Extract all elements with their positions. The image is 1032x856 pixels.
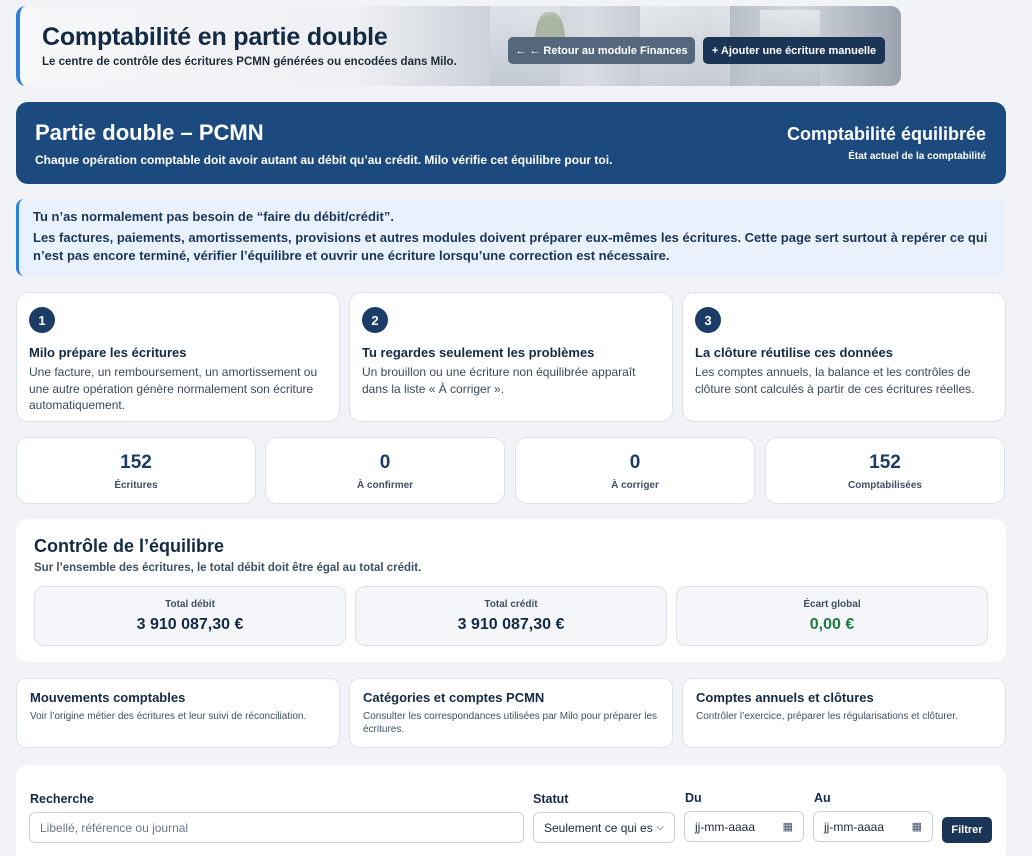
- link-title: Catégories et comptes PCMN: [363, 690, 545, 705]
- filter-button[interactable]: Filtrer: [942, 817, 992, 843]
- step-title: La clôture réutilise ces données: [695, 345, 893, 360]
- to-date-label: Au: [814, 791, 831, 805]
- link-pcmn-categories[interactable]: Catégories et comptes PCMN Consulter les…: [349, 678, 673, 748]
- step-card: 3 La clôture réutilise ces données Les c…: [682, 292, 1006, 422]
- balance-title: Contrôle de l’équilibre: [34, 536, 225, 556]
- add-manual-entry-button[interactable]: + Ajouter une écriture manuelle: [703, 37, 885, 64]
- step-number-badge: 1: [29, 307, 55, 333]
- total-label: Écart global: [803, 599, 861, 610]
- balance-status: Comptabilité équilibrée: [786, 124, 986, 144]
- stat-label: À corriger: [611, 480, 659, 491]
- from-date-input[interactable]: jj-mm-aaaa ▦: [684, 811, 804, 842]
- stat-value: 0: [629, 452, 641, 473]
- total-credit-card: Total crédit 3 910 087,30 €: [355, 586, 667, 646]
- step-card: 2 Tu regardes seulement les problèmes Un…: [349, 292, 673, 422]
- calendar-icon[interactable]: ▦: [912, 820, 922, 833]
- balance-check-panel: Contrôle de l’équilibre Sur l’ensemble d…: [16, 519, 1006, 662]
- status-selected-value: Seulement ce qui es: [544, 820, 653, 835]
- to-date-input[interactable]: jj-mm-aaaa ▦: [813, 811, 933, 842]
- search-label: Recherche: [30, 792, 94, 806]
- back-to-finances-button[interactable]: ← ← Retour au module Finances: [508, 37, 695, 64]
- stat-posted[interactable]: 152 Comptabilisées: [765, 437, 1005, 504]
- global-gap-card: Écart global 0,00 €: [676, 586, 988, 646]
- info-title: Tu n’as normalement pas besoin de “faire…: [33, 209, 394, 224]
- status-label: Statut: [533, 792, 569, 806]
- link-description: Contrôler l’exercice, préparer les régul…: [696, 711, 958, 722]
- step-description: Les comptes annuels, la balance et les c…: [695, 365, 975, 396]
- search-input[interactable]: Libellé, référence ou journal: [29, 812, 524, 843]
- page-title: Comptabilité en partie double: [42, 23, 388, 51]
- stat-label: Écritures: [114, 480, 158, 491]
- info-callout: Tu n’as normalement pas besoin de “faire…: [16, 199, 1006, 276]
- total-label: Total débit: [165, 599, 215, 610]
- link-title: Mouvements comptables: [30, 690, 186, 705]
- stat-label: À confirmer: [356, 480, 414, 491]
- link-description: Consulter les correspondances utilisées …: [363, 711, 658, 735]
- step-title: Milo prépare les écritures: [29, 345, 187, 360]
- link-annual-accounts[interactable]: Comptes annuels et clôtures Contrôler l’…: [682, 678, 1006, 748]
- stat-to-correct[interactable]: 0 À corriger: [515, 437, 755, 504]
- total-value: 3 910 087,30 €: [136, 616, 244, 633]
- chevron-down-icon: ⌵: [656, 822, 664, 833]
- total-value: 0,00 €: [809, 616, 855, 633]
- from-date-label: Du: [685, 791, 702, 805]
- link-description: Voir l’origine métier des écritures et l…: [30, 711, 307, 722]
- total-debit-card: Total débit 3 910 087,30 €: [34, 586, 346, 646]
- total-label: Total crédit: [484, 599, 538, 610]
- stat-entries[interactable]: 152 Écritures: [16, 437, 256, 504]
- filter-bar: Recherche Libellé, référence ou journal …: [16, 765, 1006, 856]
- total-value: 3 910 087,30 €: [457, 616, 565, 633]
- balance-subtitle: Sur l’ensemble des écritures, le total d…: [34, 562, 422, 574]
- stat-label: Comptabilisées: [848, 480, 922, 491]
- link-title: Comptes annuels et clôtures: [696, 690, 874, 705]
- step-card: 1 Milo prépare les écritures Une facture…: [16, 292, 340, 422]
- step-number-badge: 3: [695, 307, 721, 333]
- step-description: Une facture, un remboursement, un amorti…: [29, 365, 318, 412]
- stat-value: 152: [869, 452, 901, 473]
- search-placeholder: Libellé, référence ou journal: [40, 820, 189, 835]
- page-subtitle: Le centre de contrôle des écritures PCMN…: [42, 56, 457, 68]
- to-date-placeholder: jj-mm-aaaa: [824, 819, 885, 834]
- stat-value: 152: [120, 452, 152, 473]
- stat-value: 0: [379, 452, 391, 473]
- calendar-icon[interactable]: ▦: [783, 820, 793, 833]
- step-description: Un brouillon ou une écriture non équilib…: [362, 365, 636, 396]
- double-entry-banner: Partie double – PCMN Chaque opération co…: [16, 102, 1006, 184]
- stat-to-confirm[interactable]: 0 À confirmer: [265, 437, 505, 504]
- status-select[interactable]: Seulement ce qui es ⌵: [533, 812, 675, 843]
- balance-status-caption: État actuel de la comptabilité: [848, 151, 986, 162]
- step-title: Tu regardes seulement les problèmes: [362, 345, 595, 360]
- from-date-placeholder: jj-mm-aaaa: [695, 819, 756, 834]
- step-number-badge: 2: [362, 307, 388, 333]
- banner-subtitle: Chaque opération comptable doit avoir au…: [35, 153, 613, 167]
- banner-title: Partie double – PCMN: [35, 120, 264, 145]
- link-accounting-movements[interactable]: Mouvements comptables Voir l’origine mét…: [16, 678, 340, 748]
- info-body: Les factures, paiements, amortissements,…: [33, 230, 988, 263]
- page-header: Comptabilité en partie double Le centre …: [16, 6, 901, 86]
